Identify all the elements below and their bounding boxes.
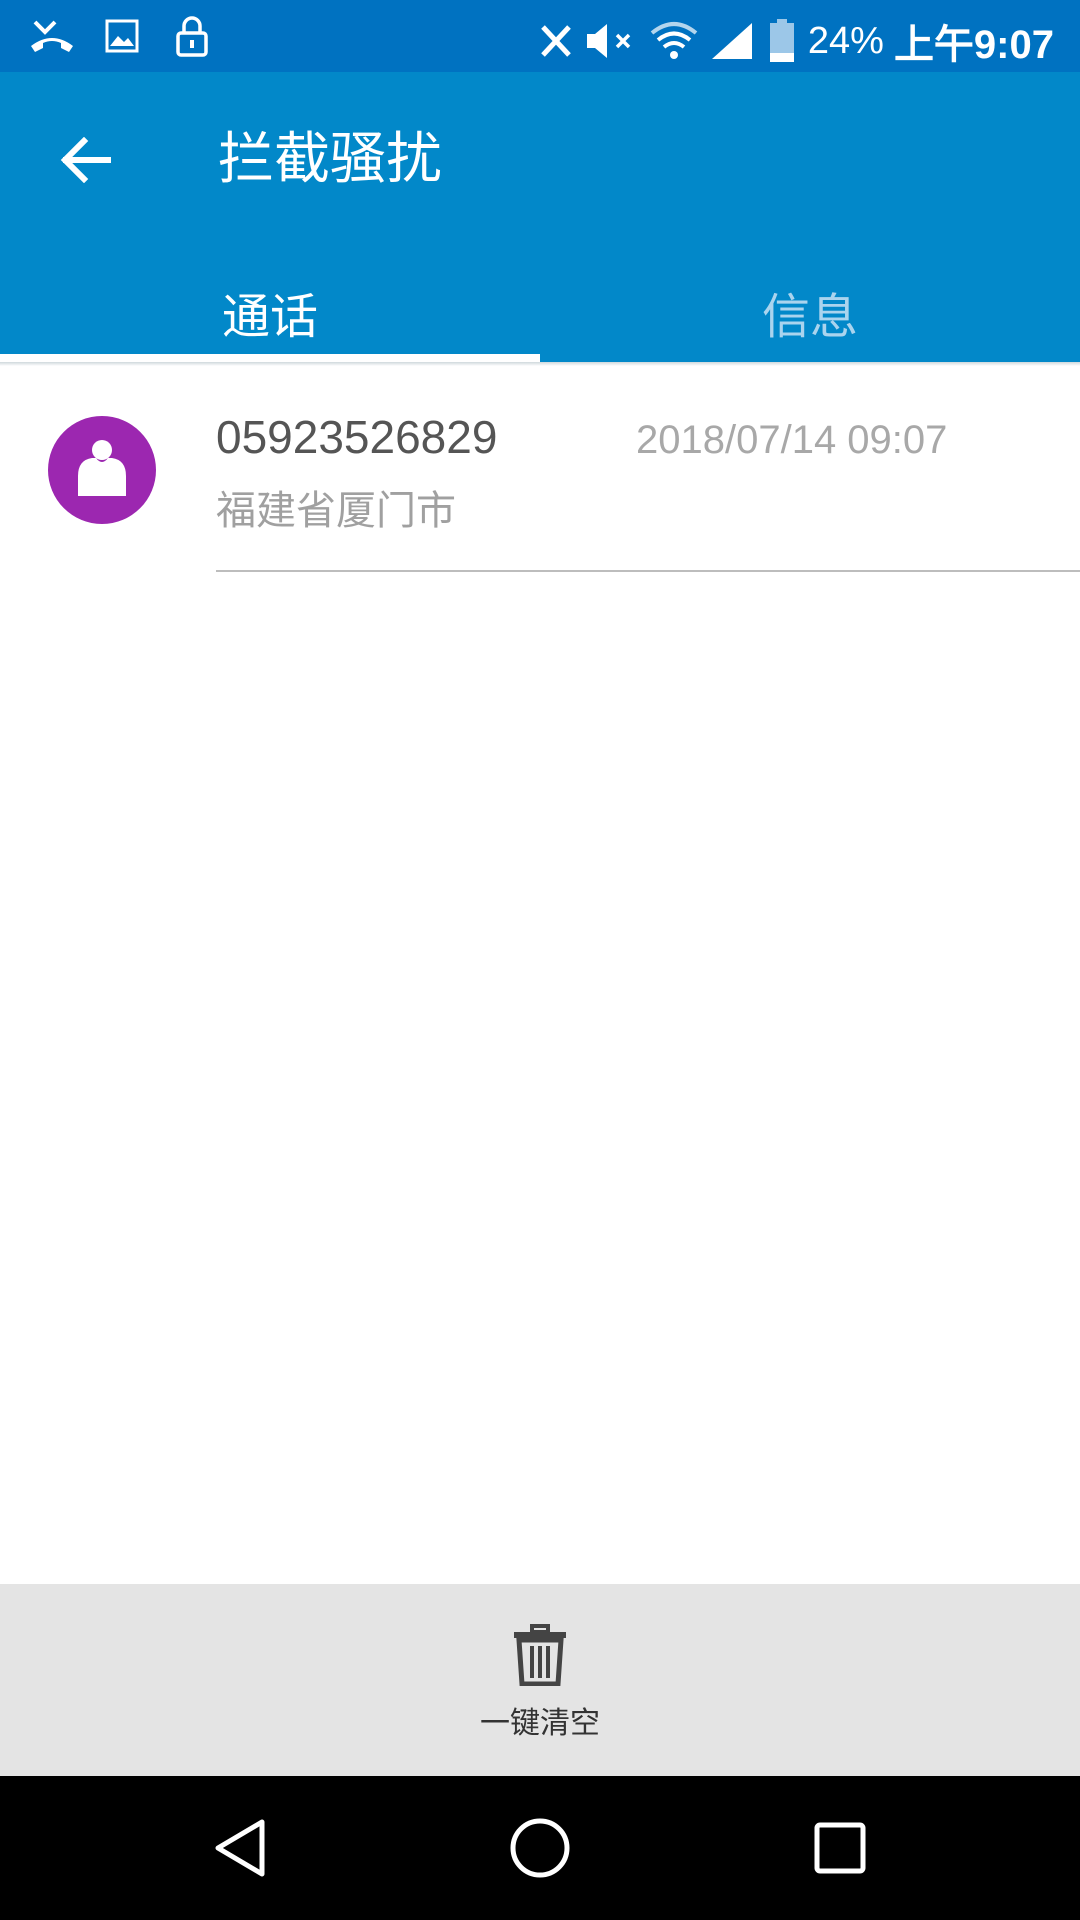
tab-messages-label: 信息 (761, 289, 858, 345)
x-icon (538, 19, 574, 63)
clock: 上午9:07 (893, 23, 1054, 67)
navigation-bar (0, 1776, 1080, 1920)
back-button[interactable] (50, 124, 122, 196)
bottom-action-bar: 一键清空 (0, 1584, 1080, 1776)
tab-messages[interactable]: 信息 (540, 260, 1080, 364)
battery-percent: 24% (807, 20, 884, 62)
image-icon (98, 14, 146, 58)
status-right-icons: 24% 上午9:07 (538, 12, 1054, 70)
person-icon (78, 440, 126, 496)
square-recents-icon (814, 1822, 866, 1874)
page-title: 拦截骚扰 (218, 127, 442, 192)
trash-icon (514, 1624, 566, 1686)
clear-all-button[interactable]: 一键清空 (460, 1624, 620, 1744)
list-item[interactable]: 05923526829 福建省厦门市 2018/07/14 09:07 (0, 366, 1080, 572)
missed-call-icon (28, 14, 76, 58)
status-bar: 24% 上午9:07 (0, 0, 1080, 72)
mute-icon (584, 19, 640, 63)
tab-calls[interactable]: 通话 (0, 260, 540, 364)
nav-back-button[interactable] (204, 1812, 276, 1884)
tab-bar: 通话 信息 (0, 260, 1080, 364)
status-left-icons (28, 14, 216, 58)
avatar (48, 416, 156, 524)
lock-icon (168, 14, 216, 58)
nav-recents-button[interactable] (804, 1812, 876, 1884)
phone-location: 福建省厦门市 (216, 488, 456, 534)
blocked-calls-list: 05923526829 福建省厦门市 2018/07/14 09:07 (0, 366, 1080, 572)
wifi-icon (650, 19, 698, 63)
tab-indicator (0, 354, 540, 362)
signal-icon (708, 19, 756, 63)
clear-all-label: 一键清空 (480, 1706, 600, 1741)
tab-calls-label: 通话 (221, 289, 318, 345)
divider (216, 570, 1080, 572)
app-bar: 拦截骚扰 通话 信息 (0, 72, 1080, 364)
battery-icon (766, 19, 798, 63)
triangle-back-icon (215, 1819, 265, 1877)
arrow-left-icon (60, 137, 111, 183)
phone-number: 05923526829 (216, 411, 498, 463)
circle-home-icon (510, 1818, 570, 1878)
nav-home-button[interactable] (504, 1812, 576, 1884)
call-time: 2018/07/14 09:07 (636, 418, 948, 462)
